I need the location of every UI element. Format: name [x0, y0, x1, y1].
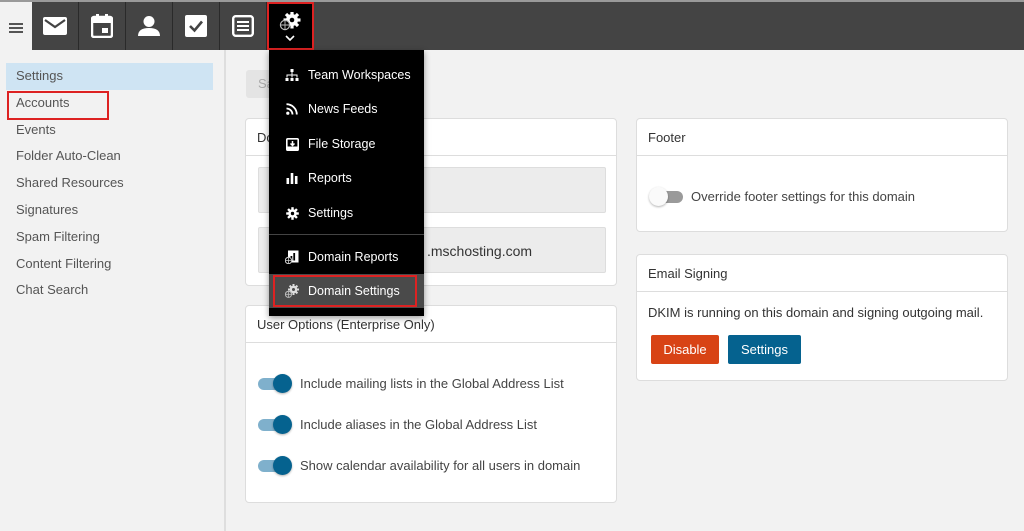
calendar-icon — [91, 14, 113, 38]
menu-item-team-workspaces[interactable]: Team Workspaces — [269, 58, 424, 92]
sidebar: Settings Accounts Events Folder Auto-Cle… — [0, 50, 226, 531]
menu-item-label: File Storage — [308, 137, 376, 151]
envelope-icon — [43, 17, 67, 35]
sidebar-item-label: Events — [16, 121, 56, 137]
sidebar-item-accounts[interactable]: Accounts — [0, 90, 207, 120]
tab-tasks[interactable] — [173, 2, 220, 50]
sidebar-item-label: Spam Filtering — [16, 228, 100, 244]
sidebar-item-label: Folder Auto-Clean — [16, 148, 121, 164]
footer-card-title: Footer — [637, 119, 1007, 156]
mailing-lists-toggle[interactable] — [258, 374, 292, 393]
dkim-status-text: DKIM is running on this domain and signi… — [648, 305, 984, 320]
toggle-label: Include mailing lists in the Global Addr… — [300, 375, 564, 391]
notes-icon — [232, 15, 254, 37]
dkim-settings-button[interactable]: Settings — [728, 335, 801, 364]
menu-divider — [269, 234, 424, 235]
gear-globe-icon — [279, 11, 301, 30]
menu-item-label: Domain Settings — [308, 284, 400, 298]
gear-icon — [285, 206, 299, 220]
chevron-down-icon — [285, 34, 295, 41]
toggle-row-mailing-lists: Include mailing lists in the Global Addr… — [258, 372, 564, 394]
domain-name-value: .mschosting.com — [427, 243, 533, 259]
tab-email[interactable] — [32, 2, 79, 50]
menu-item-label: News Feeds — [308, 102, 378, 116]
toggle-row-aliases: Include aliases in the Global Address Li… — [258, 413, 537, 435]
tab-settings[interactable] — [267, 2, 314, 50]
menu-item-label: Team Workspaces — [308, 68, 411, 82]
menu-item-reports[interactable]: Reports — [269, 161, 424, 195]
menu-item-label: Settings — [308, 206, 354, 220]
toggle-label: Show calendar availability for all users… — [300, 457, 581, 473]
toggle-row-override-footer: Override footer settings for this domain — [649, 185, 915, 207]
toggle-label: Include aliases in the Global Address Li… — [300, 416, 538, 432]
top-bar — [0, 0, 1024, 50]
sidebar-item-label: Content Filtering — [16, 255, 112, 271]
aliases-toggle[interactable] — [258, 415, 292, 434]
sidebar-item-label: Signatures — [16, 201, 79, 217]
footer-card: Footer Override footer settings for this… — [636, 118, 1008, 232]
sidebar-item-shared-resources[interactable]: Shared Resources — [0, 170, 207, 197]
sidebar-item-spam-filtering[interactable]: Spam Filtering — [0, 224, 207, 251]
sitemap-icon — [285, 68, 299, 82]
menu-item-news-feeds[interactable]: News Feeds — [269, 92, 424, 126]
sidebar-item-folder-auto-clean[interactable]: Folder Auto-Clean — [0, 143, 207, 170]
hamburger-menu-button[interactable] — [0, 4, 32, 52]
toggle-label: Override footer settings for this domain — [691, 188, 915, 204]
app-tabs — [32, 2, 1024, 50]
menu-item-domain-settings[interactable]: Domain Settings — [269, 274, 424, 308]
sidebar-item-content-filtering[interactable]: Content Filtering — [0, 251, 207, 278]
tab-contacts[interactable] — [126, 2, 173, 50]
email-signing-title: Email Signing — [637, 255, 1007, 292]
sidebar-item-label: Shared Resources — [16, 175, 124, 191]
calendar-availability-toggle[interactable] — [258, 456, 292, 475]
hamburger-icon — [9, 23, 23, 33]
sidebar-item-label: Settings — [16, 68, 63, 83]
user-options-card: User Options (Enterprise Only) Include m… — [245, 305, 617, 503]
checkbox-icon — [185, 15, 207, 37]
override-footer-toggle[interactable] — [649, 187, 683, 206]
rss-icon — [285, 102, 299, 116]
toggle-row-calendar-availability: Show calendar availability for all users… — [258, 454, 580, 476]
menu-item-label: Domain Reports — [308, 250, 399, 264]
sidebar-item-signatures[interactable]: Signatures — [0, 197, 207, 224]
sidebar-item-chat-search[interactable]: Chat Search — [0, 277, 207, 304]
settings-dropdown-menu: Team Workspaces News Feeds File Storage … — [269, 50, 424, 316]
menu-item-file-storage[interactable]: File Storage — [269, 127, 424, 161]
menu-item-domain-reports[interactable]: Domain Reports — [269, 240, 424, 274]
menu-item-label: Reports — [308, 171, 352, 185]
sidebar-item-label: Accounts — [16, 94, 70, 110]
sidebar-item-settings[interactable]: Settings — [6, 63, 213, 90]
domain-gear-icon — [285, 284, 299, 298]
bar-chart-icon — [285, 171, 299, 185]
tab-notes[interactable] — [220, 2, 267, 50]
tab-calendar[interactable] — [79, 2, 126, 50]
sidebar-item-events[interactable]: Events — [0, 117, 207, 144]
email-signing-card: Email Signing DKIM is running on this do… — [636, 254, 1008, 381]
menu-item-settings[interactable]: Settings — [269, 196, 424, 230]
sidebar-item-label: Chat Search — [16, 282, 89, 298]
domain-reports-icon — [285, 250, 299, 264]
disable-button[interactable]: Disable — [651, 335, 719, 364]
person-icon — [138, 16, 160, 36]
inbox-download-icon — [285, 137, 299, 151]
